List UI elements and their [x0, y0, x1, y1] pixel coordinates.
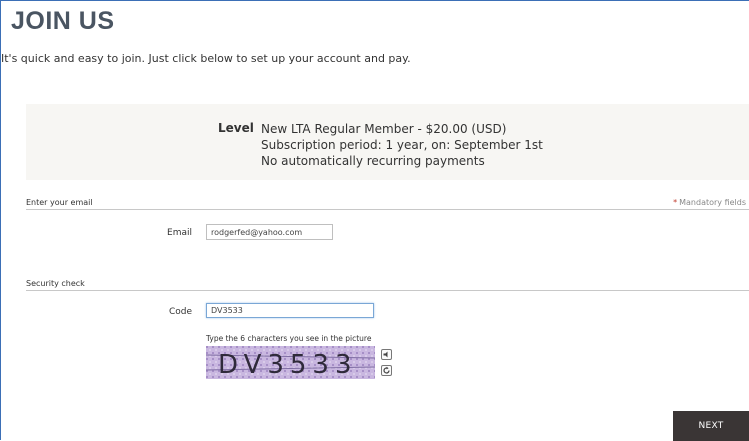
security-code-input[interactable] [206, 303, 374, 318]
level-subscription-period: Subscription period: 1 year, on: Septemb… [261, 138, 543, 152]
refresh-icon[interactable] [381, 365, 392, 376]
security-section-divider [26, 290, 749, 291]
level-details: New LTA Regular Member - $20.00 (USD) Su… [261, 121, 543, 169]
email-section-divider [26, 209, 749, 210]
page-title: JOIN US [11, 7, 115, 35]
mandatory-fields-note: * Mandatory fields [673, 198, 746, 207]
email-field[interactable] [206, 224, 333, 240]
security-section-heading: Security check [26, 279, 85, 288]
next-button[interactable]: NEXT [673, 411, 749, 441]
audio-icon[interactable] [381, 349, 392, 360]
email-label: Email [167, 228, 192, 238]
code-label: Code [168, 307, 192, 317]
captcha-image: DV3533 [205, 346, 376, 380]
captcha-characters: DV3533 [218, 350, 358, 379]
captcha-picture: DV3533 [205, 346, 376, 380]
captcha-hint: Type the 6 characters you see in the pic… [206, 334, 372, 343]
email-section-heading: Enter your email [26, 198, 93, 207]
intro-text: It's quick and easy to join. Just click … [1, 52, 411, 65]
level-membership: New LTA Regular Member - $20.00 (USD) [261, 122, 507, 136]
level-label: Level [218, 121, 254, 135]
mandatory-star: * [673, 198, 678, 207]
level-recurring-note: No automatically recurring payments [261, 154, 485, 168]
mandatory-fields-label: Mandatory fields [679, 198, 746, 207]
